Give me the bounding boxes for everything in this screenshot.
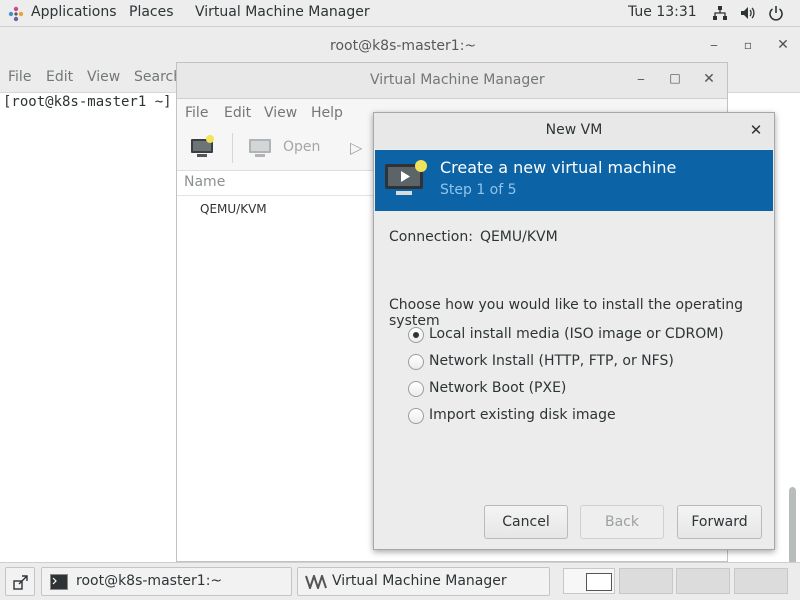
terminal-icon [50,574,68,590]
close-icon[interactable]: ✕ [701,71,717,87]
banner-title: Create a new virtual machine [440,158,677,177]
maximize-icon[interactable]: □ [667,71,683,85]
vmm-titlebar[interactable]: Virtual Machine Manager ‒ □ ✕ [177,63,727,99]
menu-edit[interactable]: Edit [46,69,73,85]
applications-menu[interactable]: Applications [31,4,117,20]
show-desktop-icon [13,575,28,590]
list-item[interactable]: QEMU/KVM [200,202,267,216]
close-icon[interactable]: ✕ [775,37,791,53]
connection-row: Connection: QEMU/KVM [389,229,558,245]
radio-label[interactable]: Local install media (ISO image or CDROM) [429,326,724,342]
menu-file[interactable]: File [8,69,31,85]
radio-label[interactable]: Network Install (HTTP, FTP, or NFS) [429,353,674,369]
back-button[interactable]: Back [580,505,664,539]
radio-button[interactable] [408,408,424,424]
workspace-4[interactable] [734,568,788,594]
workspace-2[interactable] [619,568,673,594]
radio-button[interactable] [408,354,424,370]
close-icon[interactable]: ✕ [746,121,766,139]
cancel-button[interactable]: Cancel [484,505,568,539]
top-panel: Applications Places Virtual Machine Mana… [0,0,800,27]
banner-step: Step 1 of 5 [440,182,517,198]
vmm-icon [305,575,327,589]
new-vm-icon [385,160,427,195]
taskbar: root@k8s-master1:~ Virtual Machine Manag… [0,562,800,600]
radio-button[interactable] [408,381,424,397]
workspace-3[interactable] [676,568,730,594]
toolbar-separator [232,133,233,163]
active-app-menu[interactable]: Virtual Machine Manager [195,4,370,20]
taskbar-label: Virtual Machine Manager [332,573,507,589]
workspace-1[interactable] [563,568,615,594]
radio-label[interactable]: Import existing disk image [429,407,616,423]
menu-edit[interactable]: Edit [224,105,251,121]
radio-button-checked[interactable] [408,327,424,343]
minimize-icon[interactable]: ‒ [633,72,649,86]
maximize-icon[interactable]: ▫ [740,38,756,52]
dialog-titlebar[interactable]: New VM ✕ [374,113,774,149]
places-menu[interactable]: Places [129,4,174,20]
network-icon[interactable] [712,5,728,21]
taskbar-item-vmm[interactable]: Virtual Machine Manager [297,567,550,596]
dialog-title: New VM [545,122,603,138]
column-name[interactable]: Name [184,174,225,190]
connection-label: Connection: [389,229,473,245]
radio-label[interactable]: Network Boot (PXE) [429,380,566,396]
menu-view[interactable]: View [264,105,297,121]
vmm-title: Virtual Machine Manager [370,72,545,88]
power-icon[interactable] [768,5,784,21]
new-vm-dialog[interactable]: New VM ✕ Create a new virtual machine St… [373,112,775,550]
taskbar-item-terminal[interactable]: root@k8s-master1:~ [41,567,292,596]
open-button[interactable]: Open [283,139,320,155]
forward-button[interactable]: Forward [677,505,762,539]
new-vm-icon[interactable] [190,135,216,159]
volume-icon[interactable] [740,5,756,21]
menu-file[interactable]: File [185,105,208,121]
run-icon[interactable]: ▷ [350,138,362,157]
install-question: Choose how you would like to install the… [389,297,744,329]
applications-icon [8,6,24,22]
menu-search[interactable]: Search [134,69,182,85]
menu-view[interactable]: View [87,69,120,85]
menu-help[interactable]: Help [311,105,343,121]
show-desktop-button[interactable] [5,567,35,596]
clock[interactable]: Tue 13:31 [628,4,697,20]
minimize-icon[interactable]: ‒ [706,38,722,52]
connection-value: QEMU/KVM [479,229,558,245]
wizard-banner: Create a new virtual machine Step 1 of 5 [375,150,773,211]
monitor-icon[interactable] [248,137,272,159]
terminal-prompt[interactable]: [root@k8s-master1 ~] [3,94,172,110]
terminal-titlebar[interactable]: root@k8s-master1:~ ‒ ▫ ✕ [0,27,800,65]
workspace-window-preview [586,573,612,591]
taskbar-label: root@k8s-master1:~ [76,573,223,589]
terminal-title: root@k8s-master1:~ [330,38,477,54]
